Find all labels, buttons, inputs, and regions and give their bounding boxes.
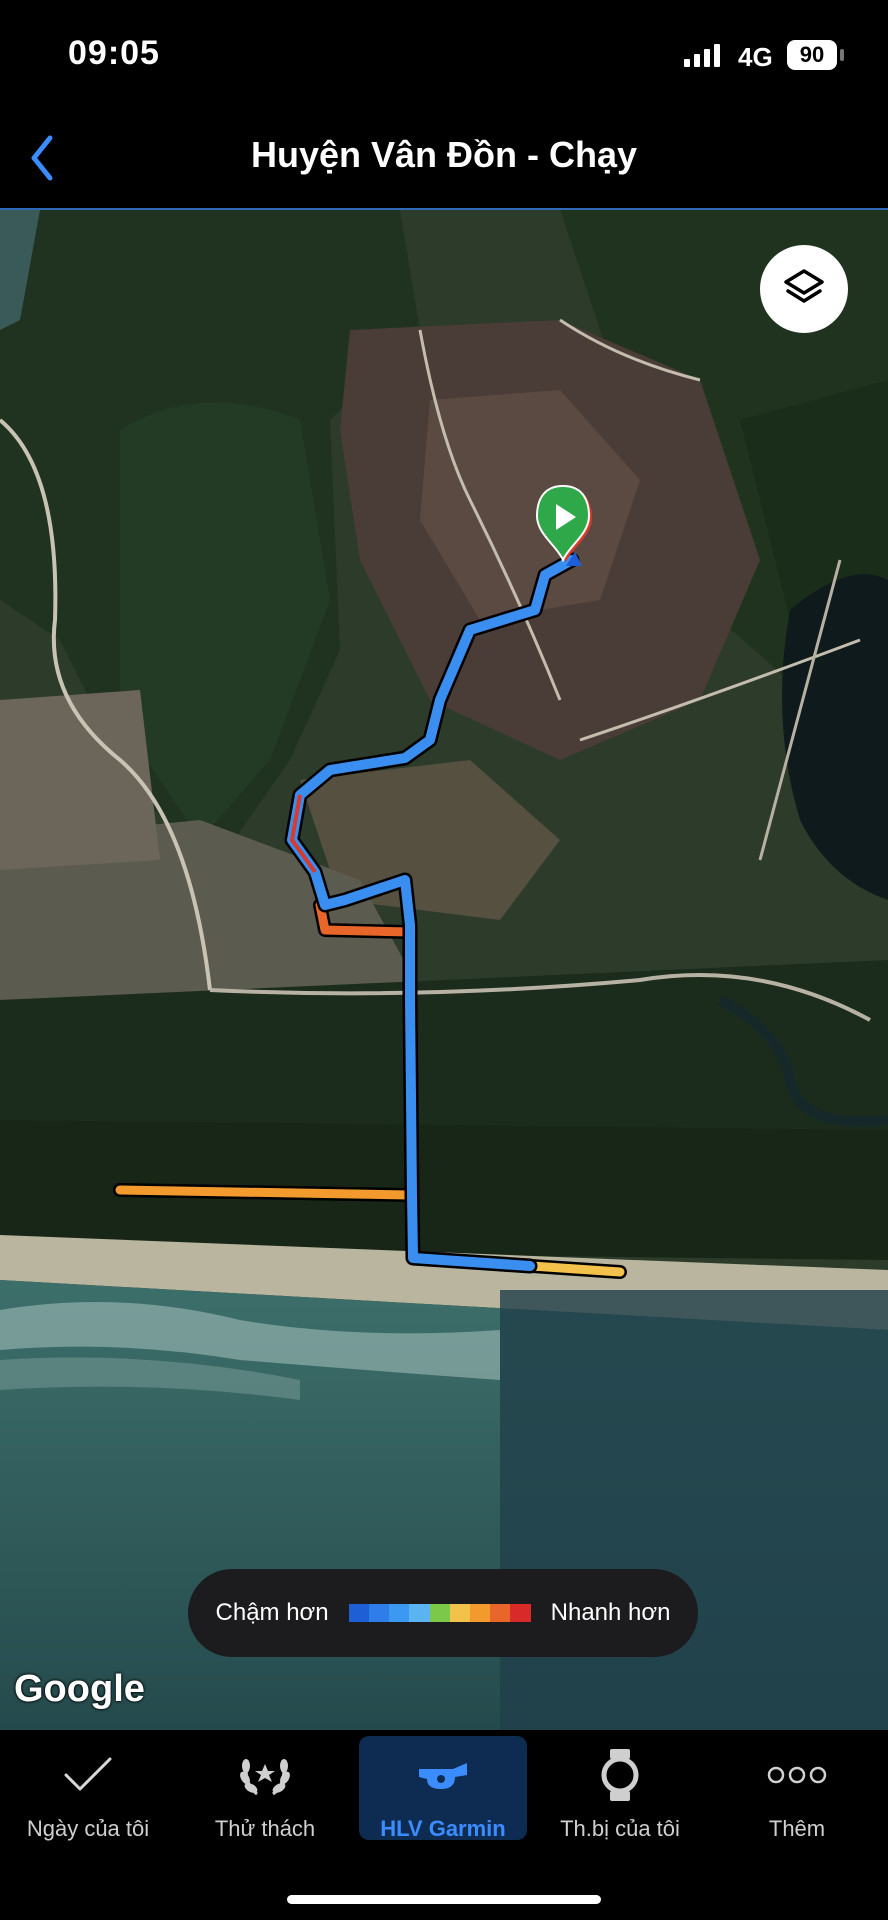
battery-tip [840,49,844,61]
laurel-icon [240,1759,290,1796]
google-logo: Google [14,1668,145,1710]
bottom-tab-bar: Ngày của tôi Thử thách HLV Garmin Th.bị … [0,1730,888,1920]
map-layers-button[interactable] [760,245,848,333]
tab-label: Thêm [768,1816,826,1841]
tab-label: Th.bị của tôi [560,1816,680,1841]
network-type: 4G [738,42,773,72]
more-dots-icon [767,1766,827,1784]
tab-garmin-coach[interactable]: HLV Garmin [359,1736,527,1841]
tab-label: HLV Garmin [380,1816,506,1841]
legend-faster-label: Nhanh hơn [550,1599,671,1626]
status-bar: 09:05 4G 90 [0,0,888,110]
check-icon [64,1757,112,1791]
page-title: Huyện Vân Đồn - Chạy [250,134,638,175]
battery-icon: 90 [787,40,837,70]
pace-legend: Chậm hơn Nhanh hơn [188,1569,698,1657]
route-segment-main [287,555,577,1271]
nav-header: Huyện Vân Đồn - Chạy [0,110,888,210]
start-marker-icon [535,484,592,563]
status-time: 09:05 [68,34,160,72]
layers-icon [784,269,824,303]
route-segment-fast [115,1185,415,1200]
legend-slower-label: Chậm hơn [215,1599,329,1626]
tab-my-day[interactable]: Ngày của tôi [4,1736,172,1841]
tab-challenges[interactable]: Thử thách [181,1736,349,1841]
tab-label: Thử thách [214,1816,316,1841]
home-indicator [287,1895,601,1904]
route-track [113,484,627,1279]
tab-my-devices[interactable]: Th.bị của tôi [536,1736,704,1841]
pace-color-scale [348,1604,531,1622]
cellular-signal-icon [684,44,720,67]
map-view[interactable]: Chậm hơn Nhanh hơn Google [0,210,888,1730]
tab-more[interactable]: Thêm [713,1736,881,1841]
tab-label: Ngày của tôi [26,1816,150,1841]
watch-icon [601,1749,639,1801]
whistle-icon [419,1763,467,1789]
